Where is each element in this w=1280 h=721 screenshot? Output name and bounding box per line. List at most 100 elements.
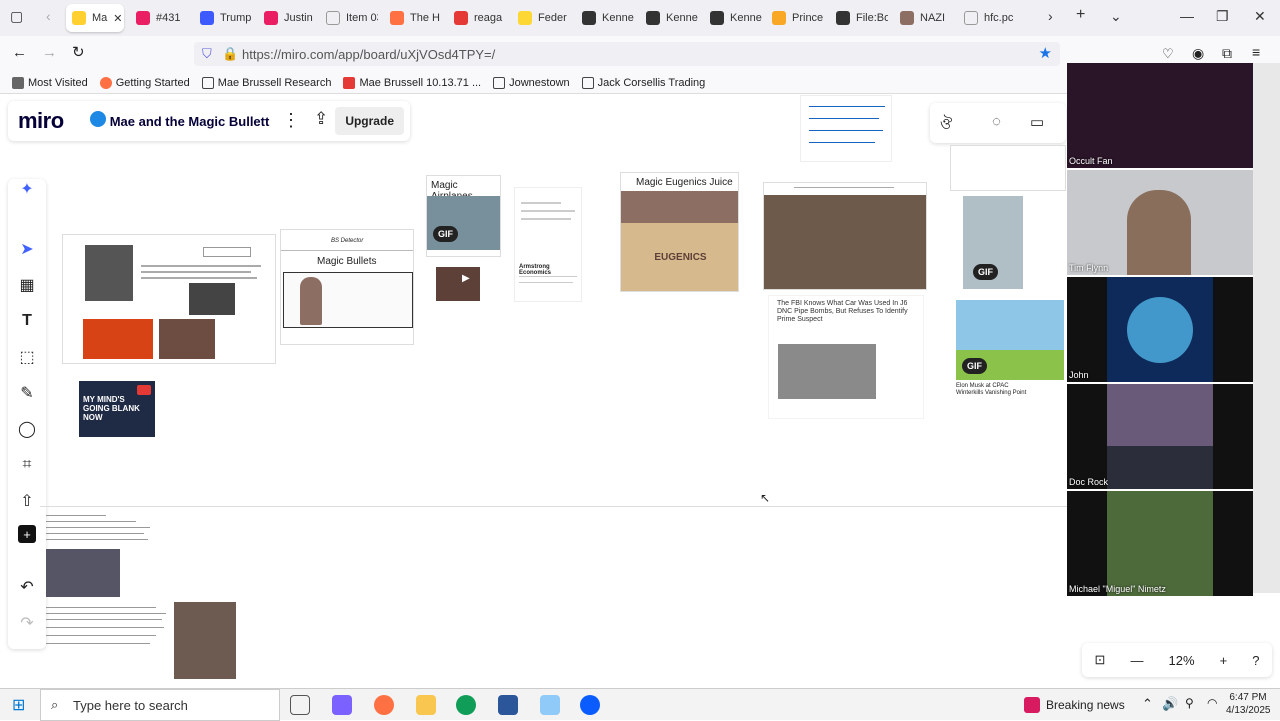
upload-icon[interactable]: ⇧ — [15, 489, 39, 513]
browser-tab[interactable]: #431 — [130, 4, 188, 32]
comment-icon[interactable]: ◯ — [15, 417, 39, 441]
volume-icon[interactable]: 🔊 — [1162, 696, 1178, 712]
shapes-icon[interactable]: ⬚ — [15, 345, 39, 369]
bookmark-star-icon[interactable]: ★ — [1039, 44, 1052, 62]
participant-tile[interactable]: Tim Flynn — [1067, 170, 1253, 275]
ai-sparkle-icon[interactable]: ✦ — [15, 177, 39, 201]
miro-logo[interactable]: miro — [18, 108, 64, 134]
more-tools-icon[interactable]: + — [18, 525, 36, 543]
board-title[interactable]: Mae and the Magic Bullett — [110, 114, 270, 129]
share-export-icon[interactable]: ⇪ — [314, 109, 328, 129]
browser-tab[interactable]: NAZI — [894, 4, 952, 32]
shield-icon[interactable]: ⛉ — [202, 46, 212, 62]
help-icon[interactable]: ? — [1252, 653, 1259, 668]
tray-chevron-icon[interactable]: ⌃ — [1142, 696, 1153, 712]
bookmark-folder-jownestown[interactable]: Jownestown — [493, 76, 570, 89]
participant-tile[interactable]: Occult Fan — [1067, 63, 1253, 168]
more-options-icon[interactable]: ⋮ — [282, 110, 300, 131]
youtube-video-thumbnail[interactable]: MY MIND'S GOING BLANK NOW — [79, 381, 155, 437]
man-portrait-image[interactable] — [174, 602, 236, 679]
upgrade-button[interactable]: Upgrade — [335, 107, 404, 135]
browser-tab[interactable]: Ma ✕ — [66, 4, 124, 32]
task-view-icon[interactable] — [290, 695, 310, 715]
participant-tile[interactable]: Doc Rock — [1067, 384, 1253, 489]
pocket-icon[interactable]: ♡ — [1162, 46, 1174, 62]
meeting-photo-image[interactable] — [46, 549, 120, 597]
magic-bullets-card[interactable]: BS Detector Magic Bullets — [280, 229, 414, 345]
browser-tab[interactable]: Item 03.p — [320, 4, 378, 32]
lock-icon[interactable]: 🔒 — [222, 46, 238, 62]
menu-icon[interactable]: ≡ — [1252, 44, 1260, 60]
select-cursor-icon[interactable]: ➤ — [15, 237, 39, 261]
browser-tab[interactable]: Trump — [194, 4, 252, 32]
text-tool-icon[interactable]: T — [15, 309, 39, 333]
trump-gif-image[interactable]: GIF — [963, 196, 1023, 289]
bookmark-mae-brussell-video[interactable]: Mae Brussell 10.13.71 ... — [343, 76, 481, 89]
text-block-2[interactable] — [46, 605, 170, 649]
reload-icon[interactable]: ↻ — [72, 43, 85, 61]
pen-icon[interactable]: ✎ — [15, 381, 39, 405]
zoom-out-icon[interactable]: — — [1130, 653, 1143, 668]
zoom-level[interactable]: 12% — [1169, 653, 1195, 668]
tab-scroll-right-icon[interactable]: › — [1048, 8, 1053, 24]
blank-note-card[interactable] — [950, 145, 1066, 191]
clock[interactable]: 6:47 PM 4/13/2025 — [1226, 691, 1271, 717]
document-thumbnail-card[interactable] — [800, 95, 892, 162]
participant-tile[interactable]: Michael "Miguel" Nimetz — [1067, 491, 1253, 596]
video-still-image[interactable] — [436, 267, 480, 301]
browser-tab[interactable]: hfc.pc — [958, 4, 1022, 32]
bookmark-getting-started[interactable]: Getting Started — [99, 76, 190, 89]
capitol-riot-card[interactable] — [763, 182, 927, 290]
browser-tab[interactable]: reaga — [448, 4, 506, 32]
fit-to-screen-icon[interactable]: ⊡ — [1095, 652, 1106, 668]
frame-icon[interactable]: ⌗ — [15, 453, 39, 477]
globe-icon[interactable] — [90, 111, 106, 127]
zoom-app-icon[interactable] — [580, 695, 600, 715]
copilot-icon[interactable] — [332, 695, 352, 715]
taskbar-search-box[interactable]: ⌕ Type here to search — [40, 689, 280, 721]
browser-tab[interactable]: Kenne — [576, 4, 634, 32]
browser-tab[interactable]: Kenne — [640, 4, 698, 32]
edge-icon[interactable] — [456, 695, 476, 715]
magic-eugenics-juice-card[interactable]: Magic Eugenics Juice EUGENICS — [620, 172, 739, 292]
new-tab-icon[interactable]: + — [1076, 6, 1085, 24]
redo-icon[interactable]: ↷ — [15, 611, 39, 635]
windows-start-icon[interactable]: ⊞ — [12, 695, 25, 715]
bookmark-folder-jack-corsellis[interactable]: Jack Corsellis Trading — [581, 76, 705, 89]
tab-list-icon[interactable]: ⌄ — [1110, 8, 1122, 25]
participant-tile[interactable]: John — [1067, 277, 1253, 382]
charlie-brown-gif-image[interactable]: GIF — [956, 300, 1064, 380]
video-call-icon[interactable]: ▭ — [1030, 113, 1044, 131]
firefox-icon[interactable] — [374, 695, 394, 715]
browser-tab[interactable]: Feder — [512, 4, 570, 32]
browser-tab[interactable]: The H — [384, 4, 442, 32]
microphone-icon[interactable]: ⚲ — [1185, 696, 1194, 710]
mae-collage-card[interactable] — [62, 234, 276, 364]
address-bar[interactable]: ⛉ 🔒 https://miro.com/app/board/uXjVOsd4T… — [194, 42, 1060, 66]
maximize-icon[interactable]: ❐ — [1216, 8, 1229, 25]
minimize-icon[interactable]: — — [1180, 8, 1194, 24]
text-block-1[interactable] — [46, 513, 156, 547]
bookmark-most-visited[interactable]: Most Visited — [12, 76, 88, 89]
breaking-news-widget[interactable]: Breaking news — [1046, 698, 1125, 712]
undo-icon[interactable]: ↶ — [15, 575, 39, 599]
tab-scroll-left-icon[interactable]: ‹ — [46, 8, 51, 24]
close-window-icon[interactable]: ✕ — [1254, 8, 1266, 25]
file-explorer-icon[interactable] — [416, 695, 436, 715]
browser-tab[interactable]: Prince — [766, 4, 824, 32]
browser-tab[interactable]: File:Bo — [830, 4, 888, 32]
armstrong-economics-card[interactable]: Armstrong Economics — [514, 187, 582, 302]
wifi-icon[interactable]: ◠ — [1207, 696, 1217, 710]
app-icon[interactable] — [540, 695, 560, 715]
bookmark-folder-mae-brussell-research[interactable]: Mae Brussell Research — [201, 76, 331, 89]
magic-airplanes-card[interactable]: Magic Airplanes GIF — [426, 175, 501, 257]
close-tab-icon[interactable]: ✕ — [113, 12, 122, 25]
forward-icon[interactable]: → — [42, 44, 57, 61]
browser-tab[interactable]: Kenne — [704, 4, 762, 32]
zoom-in-icon[interactable]: + — [1220, 653, 1228, 668]
extensions-icon[interactable]: ⧉ — [1222, 45, 1232, 62]
fbi-article-card[interactable]: The FBI Knows What Car Was Used In J6 DN… — [768, 295, 924, 419]
account-icon[interactable]: ◉ — [1192, 45, 1204, 62]
word-icon[interactable] — [498, 695, 518, 715]
comments-icon[interactable]: ◌ — [992, 113, 1001, 130]
